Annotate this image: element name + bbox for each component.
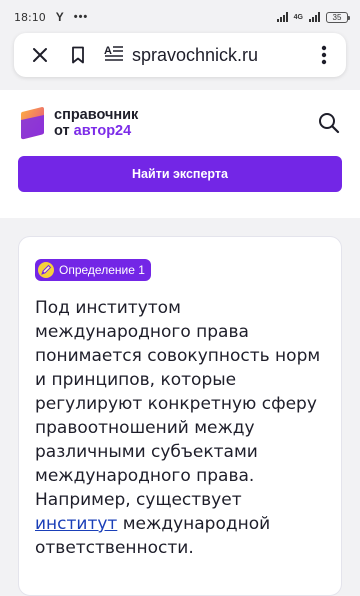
- more-vertical-icon[interactable]: [312, 43, 336, 67]
- logo-icon: [21, 107, 44, 140]
- bookmark-icon[interactable]: [66, 43, 90, 67]
- logo-brand: автор24: [73, 123, 132, 139]
- pencil-icon: [38, 262, 54, 278]
- signal-icon: [276, 12, 288, 22]
- carrier-icon: Y: [55, 10, 64, 24]
- search-icon[interactable]: [318, 112, 342, 136]
- svg-text:A: A: [104, 45, 112, 57]
- find-expert-button[interactable]: Найти эксперта: [18, 156, 342, 192]
- definition-badge: Определение 1: [35, 259, 151, 281]
- institute-link[interactable]: институт: [35, 514, 117, 534]
- status-bar: 18:10 Y ••• 4G 35: [0, 0, 360, 34]
- battery-icon: 35: [326, 11, 350, 23]
- notification-dots: •••: [73, 11, 89, 23]
- badge-label: Определение 1: [59, 263, 145, 277]
- browser-toolbar: A spravochnick.ru: [14, 33, 346, 77]
- reader-mode-icon[interactable]: A: [104, 44, 124, 67]
- status-time: 18:10: [14, 10, 46, 24]
- logo-line1: справочник: [54, 107, 139, 123]
- definition-card: Определение 1 Под институтом международн…: [18, 236, 342, 596]
- signal-icon-2: [309, 12, 320, 22]
- definition-text-before: Под институтом международного права пони…: [35, 298, 321, 510]
- url-text[interactable]: spravochnick.ru: [132, 45, 258, 66]
- logo-text: справочник от автор24: [54, 107, 138, 139]
- network-type: 4G: [293, 13, 303, 21]
- close-icon[interactable]: [28, 43, 52, 67]
- definition-text: Под институтом международного права пони…: [35, 296, 325, 560]
- site-logo[interactable]: справочник от автор24: [18, 106, 138, 140]
- logo-line2-prefix: от: [54, 123, 74, 139]
- site-header: справочник от автор24 Найти эксперта: [0, 90, 360, 218]
- address-bar[interactable]: A spravochnick.ru: [104, 44, 258, 67]
